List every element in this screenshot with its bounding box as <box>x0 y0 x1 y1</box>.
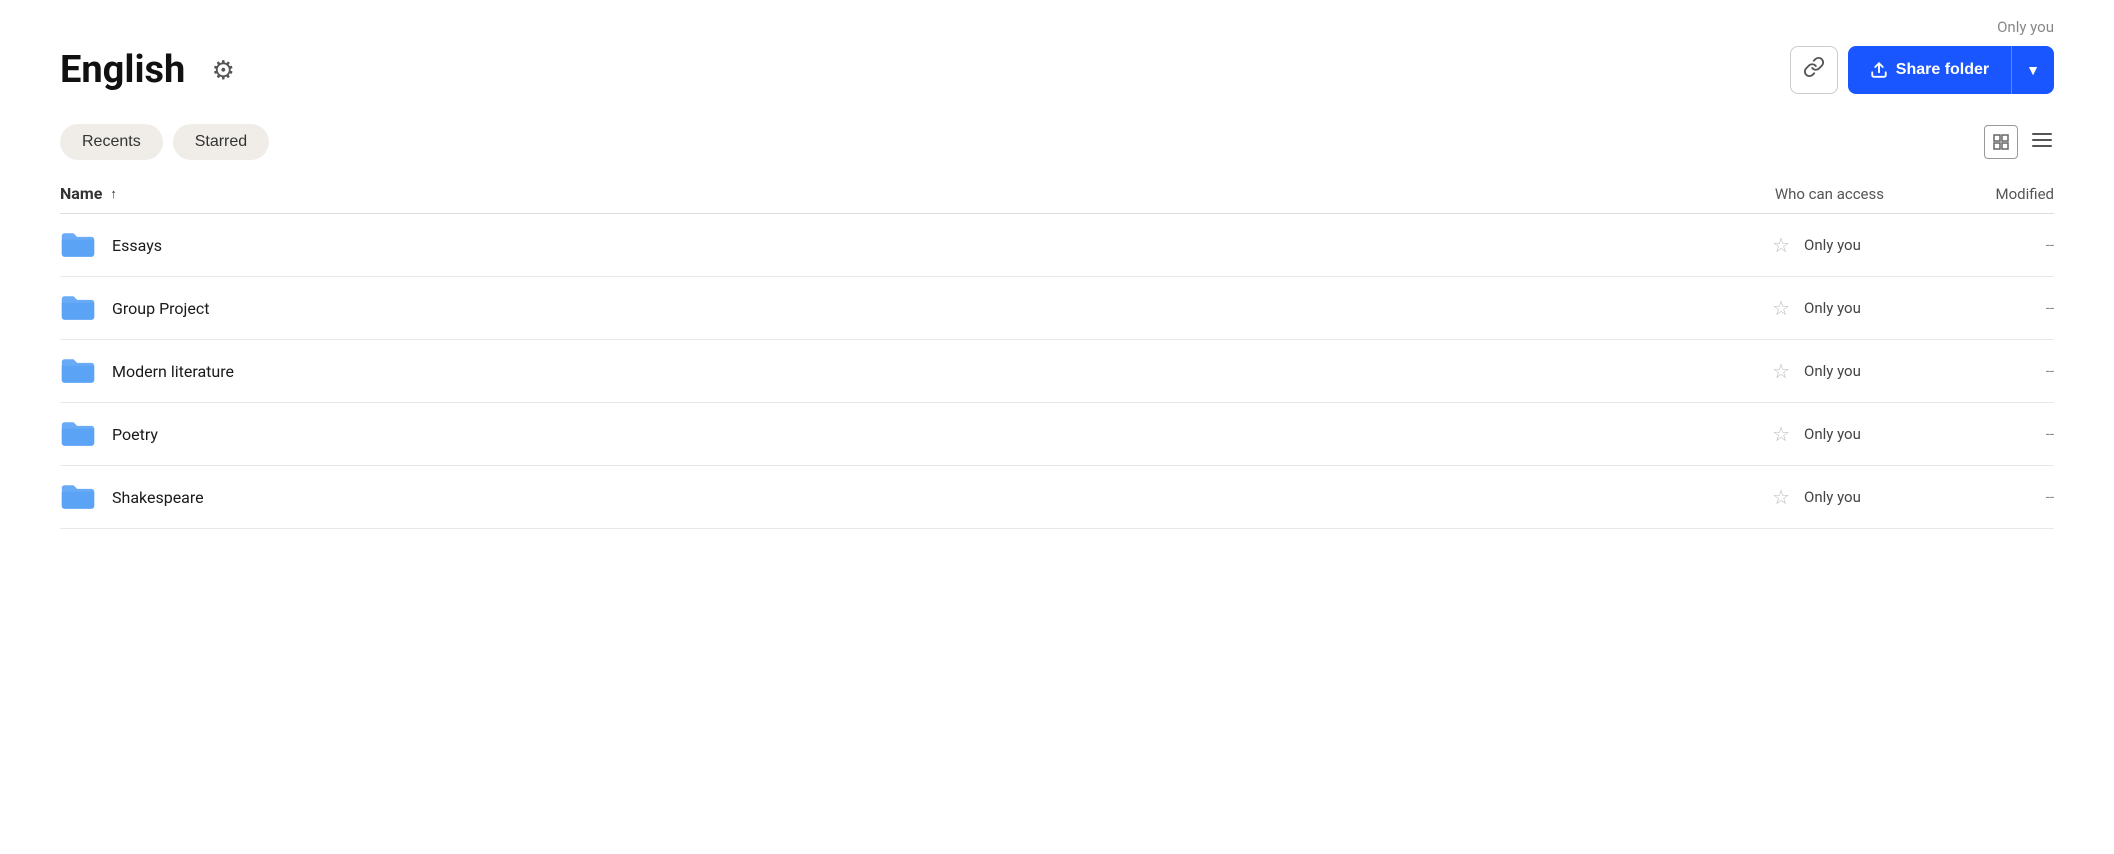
actions-area: Share folder ▼ <box>1790 46 2054 94</box>
folder-icon <box>60 356 96 386</box>
table-row[interactable]: Group Project ☆ Only you -- <box>60 277 2054 340</box>
file-table: Name ↑ Who can access Modified Essays ☆ … <box>0 176 2114 529</box>
file-modified-cell: -- <box>1904 236 2054 254</box>
file-name: Poetry <box>112 425 158 444</box>
file-name-cell: Group Project <box>60 293 1684 323</box>
column-modified-header: Modified <box>1904 185 2054 203</box>
starred-filter-button[interactable]: Starred <box>173 124 269 160</box>
list-view-icon <box>2030 128 2054 152</box>
star-icon[interactable]: ☆ <box>1772 296 1790 320</box>
column-access-header: Who can access <box>1684 185 1904 203</box>
filter-pills: Recents Starred <box>60 124 269 160</box>
file-modified-cell: -- <box>1904 362 2054 380</box>
star-icon[interactable]: ☆ <box>1772 359 1790 383</box>
file-name-cell: Modern literature <box>60 356 1684 386</box>
file-name-cell: Shakespeare <box>60 482 1684 512</box>
file-name-cell: Essays <box>60 230 1684 260</box>
share-folder-label: Share folder <box>1896 61 1989 79</box>
list-view-button[interactable] <box>2030 128 2054 156</box>
sort-arrow-icon: ↑ <box>110 186 117 202</box>
page-title: English <box>60 48 185 92</box>
file-rows-container: Essays ☆ Only you -- Group Project ☆ Onl… <box>60 214 2054 529</box>
top-bar: Only you <box>0 0 2114 36</box>
title-area: English ⚙ <box>60 46 247 94</box>
share-upload-icon <box>1870 61 1888 79</box>
table-row[interactable]: Modern literature ☆ Only you -- <box>60 340 2054 403</box>
folder-icon <box>60 230 96 260</box>
access-text: Only you <box>1804 299 1884 317</box>
file-access-cell: ☆ Only you <box>1684 233 1904 257</box>
folder-icon <box>60 482 96 512</box>
table-row[interactable]: Essays ☆ Only you -- <box>60 214 2054 277</box>
view-toggles <box>1984 125 2054 159</box>
header-section: English ⚙ Share folder <box>0 36 2114 114</box>
settings-button[interactable]: ⚙ <box>199 46 247 94</box>
star-icon[interactable]: ☆ <box>1772 422 1790 446</box>
share-folder-dropdown-button[interactable]: ▼ <box>2011 46 2054 94</box>
file-access-cell: ☆ Only you <box>1684 296 1904 320</box>
file-modified-cell: -- <box>1904 425 2054 443</box>
column-name-header[interactable]: Name ↑ <box>60 184 1684 203</box>
share-folder-wrapper: Share folder ▼ <box>1848 46 2054 94</box>
access-text: Only you <box>1804 425 1884 443</box>
access-text: Only you <box>1804 362 1884 380</box>
file-access-cell: ☆ Only you <box>1684 359 1904 383</box>
recents-filter-button[interactable]: Recents <box>60 124 163 160</box>
file-access-cell: ☆ Only you <box>1684 485 1904 509</box>
file-name-cell: Poetry <box>60 419 1684 449</box>
table-row[interactable]: Shakespeare ☆ Only you -- <box>60 466 2054 529</box>
file-name: Shakespeare <box>112 488 204 507</box>
star-icon[interactable]: ☆ <box>1772 233 1790 257</box>
file-modified-cell: -- <box>1904 299 2054 317</box>
file-name: Modern literature <box>112 362 234 381</box>
filter-row: Recents Starred <box>0 114 2114 176</box>
link-icon <box>1803 56 1825 84</box>
table-header-row: Name ↑ Who can access Modified <box>60 176 2054 214</box>
share-folder-button[interactable]: Share folder <box>1848 46 2011 94</box>
top-access-label: Only you <box>1997 18 2054 36</box>
table-row[interactable]: Poetry ☆ Only you -- <box>60 403 2054 466</box>
file-modified-cell: -- <box>1904 488 2054 506</box>
access-text: Only you <box>1804 488 1884 506</box>
grid-view-button[interactable] <box>1984 125 2018 159</box>
gear-icon: ⚙ <box>212 55 235 86</box>
chevron-down-icon: ▼ <box>2026 62 2040 78</box>
copy-link-button[interactable] <box>1790 46 1838 94</box>
grid-view-icon <box>1993 134 2009 150</box>
name-column-label: Name <box>60 184 102 203</box>
file-name: Group Project <box>112 299 209 318</box>
folder-icon <box>60 293 96 323</box>
folder-icon <box>60 419 96 449</box>
file-access-cell: ☆ Only you <box>1684 422 1904 446</box>
star-icon[interactable]: ☆ <box>1772 485 1790 509</box>
file-name: Essays <box>112 236 162 255</box>
access-text: Only you <box>1804 236 1884 254</box>
